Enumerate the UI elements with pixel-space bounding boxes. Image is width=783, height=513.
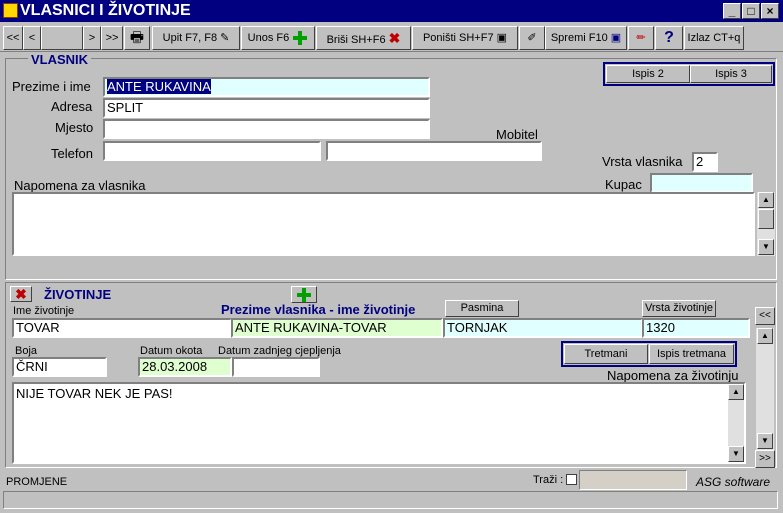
owner-mobile-label: Mobitel <box>496 127 538 142</box>
next-record-button[interactable]: > <box>83 26 101 50</box>
app-icon <box>3 3 18 18</box>
exit-button[interactable]: Izlaz CT+q <box>684 26 744 50</box>
owner-buyer-label: Kupac <box>605 177 642 192</box>
animal-note-field[interactable]: NIJE TOVAR NEK JE PAS! <box>12 382 746 464</box>
first-record-button[interactable]: << <box>3 26 23 50</box>
print3-button[interactable]: Ispis 3 <box>690 65 772 83</box>
scroll-down-icon[interactable]: ▼ <box>757 433 773 449</box>
query-icon: ✎ <box>220 32 230 45</box>
query-button[interactable]: Upit F7, F8 ✎ <box>152 26 240 50</box>
species-field[interactable]: 1320 <box>642 318 750 338</box>
breed-button[interactable]: Pasmina <box>445 300 519 317</box>
owner-city-field[interactable] <box>103 119 430 139</box>
animals-section-title: ŽIVOTINJE <box>44 287 112 302</box>
owner-address-label: Adresa <box>51 99 93 114</box>
owner-name-field[interactable]: ANTE RUKAVINA <box>103 77 430 97</box>
owner-type-label: Vrsta vlasnika <box>602 154 683 169</box>
search-checkbox[interactable] <box>566 474 577 485</box>
prev-record-button[interactable]: < <box>23 26 41 50</box>
delete-button[interactable]: Briši SH+F6 ✖ <box>316 26 411 50</box>
treatments-button[interactable]: Tretmani <box>564 344 648 364</box>
save-button[interactable]: Spremi F10 ▣ <box>545 26 627 50</box>
scroll-up-icon[interactable]: ▲ <box>758 192 774 208</box>
vaccination-date-field[interactable] <box>232 357 320 377</box>
query-label: Upit F7, F8 <box>162 32 218 44</box>
animal-scrollbar[interactable]: ▲ ▼ <box>756 328 774 450</box>
owner-note-field[interactable] <box>12 192 755 256</box>
vaccination-date-label: Datum zadnjeg cjepljenja <box>218 345 341 357</box>
print2-button[interactable]: Ispis 2 <box>606 65 690 83</box>
edit-button[interactable]: ✏ <box>628 26 654 50</box>
title-bar: VLASNICI I ŽIVOTINJE _ □ × <box>0 0 783 22</box>
help-button[interactable]: ? <box>655 26 683 50</box>
owner-note-scrollbar[interactable]: ▲ ▼ <box>757 192 775 256</box>
help-icon: ? <box>664 29 674 47</box>
owner-note-label: Napomena za vlasnika <box>14 178 146 193</box>
scroll-up-icon[interactable]: ▲ <box>728 384 744 400</box>
owner-animal-label: Prezime vlasnika - ime životinje <box>221 302 416 317</box>
owner-buyer-field[interactable] <box>650 173 753 193</box>
printer-icon: 🖶 <box>129 29 145 47</box>
pencil-icon: ✏ <box>636 32 646 45</box>
scroll-down-icon[interactable]: ▼ <box>758 239 774 255</box>
scroll-thumb[interactable] <box>758 209 774 229</box>
cancel-icon: ▣ <box>496 32 508 45</box>
owner-section-title: VLASNIK <box>28 52 92 67</box>
cancel-button[interactable]: Poništi SH+F7 ▣ <box>412 26 518 50</box>
delete-label: Briši SH+F6 <box>326 34 386 46</box>
animal-note-label: Napomena za životinju <box>607 368 739 383</box>
minimize-button[interactable]: _ <box>723 3 741 19</box>
insert-button[interactable]: Unos F6 <box>241 26 315 50</box>
animal-name-field[interactable]: TOVAR <box>12 318 232 338</box>
cancel-label: Poništi SH+F7 <box>422 32 494 44</box>
changes-label: PROMJENE <box>6 476 68 488</box>
delete-x-icon: ✖ <box>15 286 27 302</box>
owner-phone-label: Telefon <box>51 146 93 161</box>
floppy-disk-icon: ▣ <box>610 32 622 45</box>
search-field[interactable] <box>579 470 687 490</box>
animal-color-field[interactable]: ČRNI <box>12 357 107 377</box>
animal-note-scrollbar[interactable]: ▲ ▼ <box>728 384 744 462</box>
species-button[interactable]: Vrsta životinje <box>642 300 716 317</box>
animal-name-label: Ime životinje <box>13 305 75 317</box>
birth-date-field[interactable]: 28.03.2008 <box>138 357 232 377</box>
insert-label: Unos F6 <box>247 32 290 44</box>
animal-prev-button[interactable]: << <box>755 307 775 325</box>
record-scroll-slider[interactable] <box>41 26 83 50</box>
owner-mobile-field[interactable] <box>326 141 542 161</box>
owner-type-field[interactable]: 2 <box>692 152 718 172</box>
plus-icon <box>292 30 308 46</box>
maximize-button[interactable]: □ <box>742 3 760 19</box>
save-label: Spremi F10 <box>550 32 608 44</box>
breed-field[interactable]: TORNJAK <box>443 318 643 338</box>
window-title: VLASNICI I ŽIVOTINJE <box>20 2 191 19</box>
print-button[interactable]: 🖶 <box>124 26 150 50</box>
owner-name-value: ANTE RUKAVINA <box>107 79 211 94</box>
search-label: Traži : <box>533 474 564 486</box>
owner-animal-field[interactable]: ANTE RUKAVINA-TOVAR <box>231 318 443 338</box>
owner-address-field[interactable]: SPLIT <box>103 98 430 118</box>
add-animal-button[interactable] <box>291 286 317 303</box>
brand-label: ASG software <box>696 475 771 489</box>
owner-city-label: Mjesto <box>55 120 94 135</box>
delete-animal-button[interactable]: ✖ <box>10 286 32 302</box>
animal-color-label: Boja <box>15 345 38 357</box>
edit-list-button[interactable]: ✐ <box>519 26 545 50</box>
owner-phone-field[interactable] <box>103 141 321 161</box>
print-treatments-button[interactable]: Ispis tretmana <box>649 344 734 364</box>
close-button[interactable]: × <box>761 3 779 19</box>
last-record-button[interactable]: >> <box>101 26 123 50</box>
animal-next-button[interactable]: >> <box>755 450 775 468</box>
scroll-down-icon[interactable]: ▼ <box>728 446 744 462</box>
birth-date-label: Datum okota <box>140 345 203 357</box>
notepad-icon: ✐ <box>527 32 537 45</box>
owner-name-label: Prezime i ime <box>12 79 91 94</box>
status-bar <box>3 491 778 509</box>
delete-x-icon: ✖ <box>388 30 401 46</box>
plus-icon <box>296 287 312 303</box>
scroll-up-icon[interactable]: ▲ <box>757 328 773 344</box>
